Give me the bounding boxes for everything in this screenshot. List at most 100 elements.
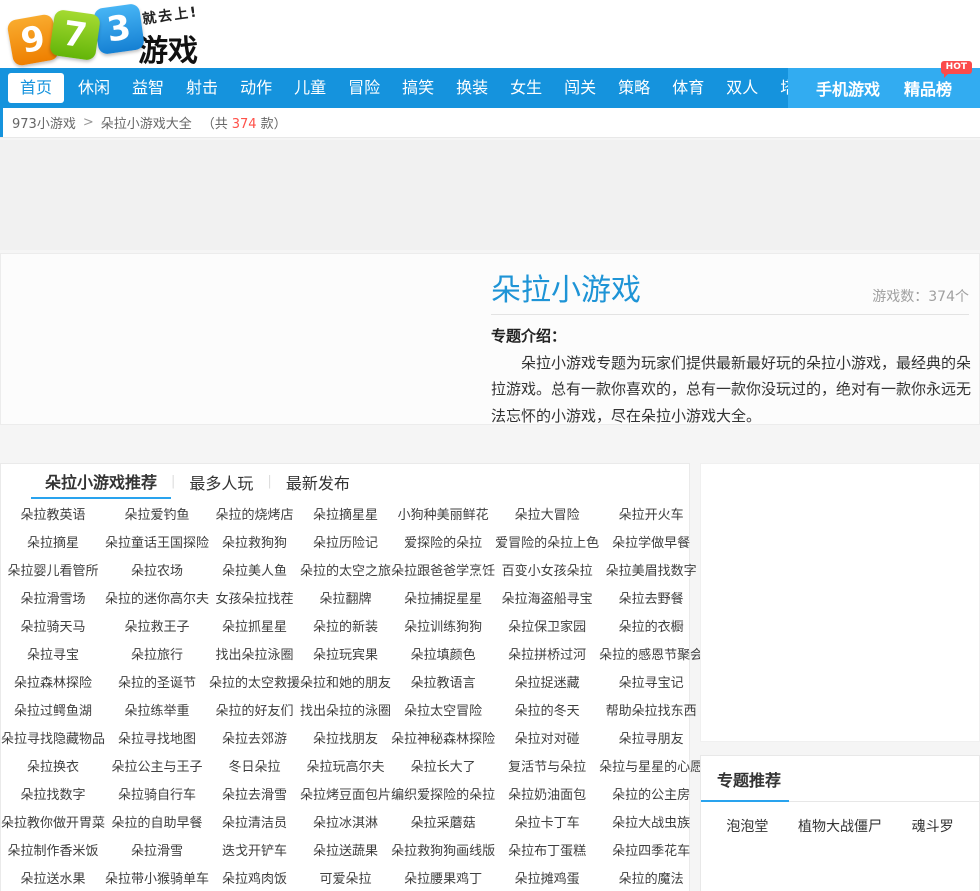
- game-link[interactable]: 朵拉农场: [131, 560, 183, 579]
- nav-right-item-1[interactable]: 手机游戏: [804, 76, 892, 100]
- game-link[interactable]: 朵拉救王子: [125, 616, 190, 635]
- game-link[interactable]: 朵拉美人鱼: [222, 560, 287, 579]
- game-link[interactable]: 朵拉的公主房: [612, 784, 690, 803]
- game-link[interactable]: 小狗种美丽鲜花: [398, 504, 489, 523]
- nav-item-5[interactable]: 动作: [232, 75, 280, 101]
- game-link[interactable]: 朵拉美眉找数字: [606, 560, 697, 579]
- game-link[interactable]: 朵拉布丁蛋糕: [508, 840, 586, 859]
- game-link[interactable]: 朵拉救狗狗画线版: [391, 840, 495, 859]
- game-link[interactable]: 朵拉滑雪场: [21, 588, 86, 607]
- game-link[interactable]: 冬日朵拉: [229, 756, 281, 775]
- game-link[interactable]: 朵拉摊鸡蛋: [515, 868, 580, 887]
- game-link[interactable]: 朵拉滑雪: [131, 840, 183, 859]
- game-link[interactable]: 朵拉的冬天: [515, 700, 580, 719]
- game-link[interactable]: 朵拉的烧烤店: [216, 504, 294, 523]
- game-link[interactable]: 迭戈开铲车: [222, 840, 287, 859]
- game-link[interactable]: 朵拉抓星星: [222, 616, 287, 635]
- game-link[interactable]: 朵拉教英语: [21, 504, 86, 523]
- nav-right-item-2[interactable]: 精品榜: [892, 76, 964, 100]
- game-link[interactable]: 朵拉的好友们: [216, 700, 294, 719]
- breadcrumb-site-link[interactable]: 973小游戏: [12, 113, 76, 132]
- nav-item-3[interactable]: 益智: [124, 75, 172, 101]
- game-link[interactable]: 朵拉玩宾果: [313, 644, 378, 663]
- game-link[interactable]: 朵拉送蔬果: [313, 840, 378, 859]
- nav-item-4[interactable]: 射击: [178, 75, 226, 101]
- game-link[interactable]: 朵拉森林探险: [14, 672, 92, 691]
- game-link[interactable]: 朵拉鸡肉饭: [222, 868, 287, 887]
- nav-item-14[interactable]: 双人: [718, 75, 766, 101]
- game-link[interactable]: 朵拉大冒险: [515, 504, 580, 523]
- topic-link[interactable]: 魂斗罗: [912, 816, 954, 836]
- game-link[interactable]: 朵拉的魔法: [619, 868, 684, 887]
- game-link[interactable]: 朵拉公主与王子: [112, 756, 203, 775]
- nav-item-13[interactable]: 体育: [664, 75, 712, 101]
- game-link[interactable]: 朵拉制作香米饭: [8, 840, 99, 859]
- tab-1[interactable]: 朵拉小游戏推荐: [31, 464, 171, 499]
- game-link[interactable]: 编织爱探险的朵拉: [391, 784, 495, 803]
- game-link[interactable]: 朵拉的圣诞节: [118, 672, 196, 691]
- game-link[interactable]: 朵拉爱钓鱼: [125, 504, 190, 523]
- game-link[interactable]: 帮助朵拉找东西: [606, 700, 697, 719]
- game-link[interactable]: 朵拉换衣: [27, 756, 79, 775]
- game-link[interactable]: 朵拉冰淇淋: [313, 812, 378, 831]
- game-link[interactable]: 朵拉去郊游: [222, 728, 287, 747]
- nav-item-12[interactable]: 策略: [610, 75, 658, 101]
- game-link[interactable]: 朵拉清洁员: [222, 812, 287, 831]
- game-link[interactable]: 朵拉摘星: [27, 532, 79, 551]
- game-link[interactable]: 女孩朵拉找茬: [216, 588, 294, 607]
- game-link[interactable]: 朵拉找朋友: [313, 728, 378, 747]
- nav-item-9[interactable]: 换装: [448, 75, 496, 101]
- game-link[interactable]: 爱探险的朵拉: [404, 532, 482, 551]
- game-link[interactable]: 朵拉开火车: [619, 504, 684, 523]
- game-link[interactable]: 朵拉的感恩节聚会: [599, 644, 703, 663]
- nav-item-7[interactable]: 冒险: [340, 75, 388, 101]
- nav-item-11[interactable]: 闯关: [556, 75, 604, 101]
- game-link[interactable]: 朵拉找数字: [21, 784, 86, 803]
- topic-link[interactable]: 植物大战僵尸: [798, 816, 882, 836]
- game-link[interactable]: 朵拉采蘑菇: [411, 812, 476, 831]
- game-link[interactable]: 朵拉捕捉星星: [404, 588, 482, 607]
- game-link[interactable]: 朵拉海盗船寻宝: [502, 588, 593, 607]
- game-link[interactable]: 朵拉婴儿看管所: [8, 560, 99, 579]
- game-link[interactable]: 朵拉的衣橱: [619, 616, 684, 635]
- site-logo[interactable]: 9 7 3 就去上! 游戏: [10, 4, 270, 66]
- game-link[interactable]: 朵拉的自助早餐: [112, 812, 203, 831]
- game-link[interactable]: 朵拉寻宝: [27, 644, 79, 663]
- game-link[interactable]: 朵拉寻宝记: [619, 672, 684, 691]
- game-link[interactable]: 朵拉历险记: [313, 532, 378, 551]
- game-link[interactable]: 朵拉长大了: [411, 756, 476, 775]
- game-link[interactable]: 朵拉玩高尔夫: [307, 756, 385, 775]
- game-link[interactable]: 朵拉的太空救援: [209, 672, 300, 691]
- game-link[interactable]: 朵拉练举重: [125, 700, 190, 719]
- game-link[interactable]: 朵拉的太空之旅: [300, 560, 391, 579]
- game-link[interactable]: 朵拉带小猴骑单车: [105, 868, 209, 887]
- game-link[interactable]: 朵拉骑天马: [21, 616, 86, 635]
- game-link[interactable]: 朵拉寻找隐藏物品: [1, 728, 105, 747]
- game-link[interactable]: 朵拉寻找地图: [118, 728, 196, 747]
- game-link[interactable]: 朵拉寻朋友: [619, 728, 684, 747]
- game-link[interactable]: 找出朵拉泳圈: [216, 644, 294, 663]
- game-link[interactable]: 朵拉教你做开胃菜: [1, 812, 105, 831]
- game-link[interactable]: 朵拉的迷你高尔夫: [105, 588, 209, 607]
- nav-item-1[interactable]: 首页: [8, 73, 64, 103]
- game-link[interactable]: 朵拉保卫家园: [508, 616, 586, 635]
- game-link[interactable]: 朵拉四季花车: [612, 840, 690, 859]
- game-link[interactable]: 朵拉太空冒险: [404, 700, 482, 719]
- game-link[interactable]: 朵拉卡丁车: [515, 812, 580, 831]
- game-link[interactable]: 朵拉与星星的心愿: [599, 756, 703, 775]
- game-link[interactable]: 朵拉去野餐: [619, 588, 684, 607]
- nav-item-8[interactable]: 搞笑: [394, 75, 442, 101]
- nav-item-2[interactable]: 休闲: [70, 75, 118, 101]
- nav-item-6[interactable]: 儿童: [286, 75, 334, 101]
- game-link[interactable]: 百变小女孩朵拉: [502, 560, 593, 579]
- game-link[interactable]: 朵拉去滑雪: [222, 784, 287, 803]
- game-link[interactable]: 朵拉学做早餐: [612, 532, 690, 551]
- nav-item-10[interactable]: 女生: [502, 75, 550, 101]
- game-link[interactable]: 朵拉烤豆面包片: [300, 784, 391, 803]
- game-link[interactable]: 朵拉过鳄鱼湖: [14, 700, 92, 719]
- game-link[interactable]: 朵拉送水果: [21, 868, 86, 887]
- game-link[interactable]: 朵拉腰果鸡丁: [404, 868, 482, 887]
- game-link[interactable]: 朵拉骑自行车: [118, 784, 196, 803]
- game-link[interactable]: 朵拉奶油面包: [508, 784, 586, 803]
- game-link[interactable]: 朵拉大战虫族: [612, 812, 690, 831]
